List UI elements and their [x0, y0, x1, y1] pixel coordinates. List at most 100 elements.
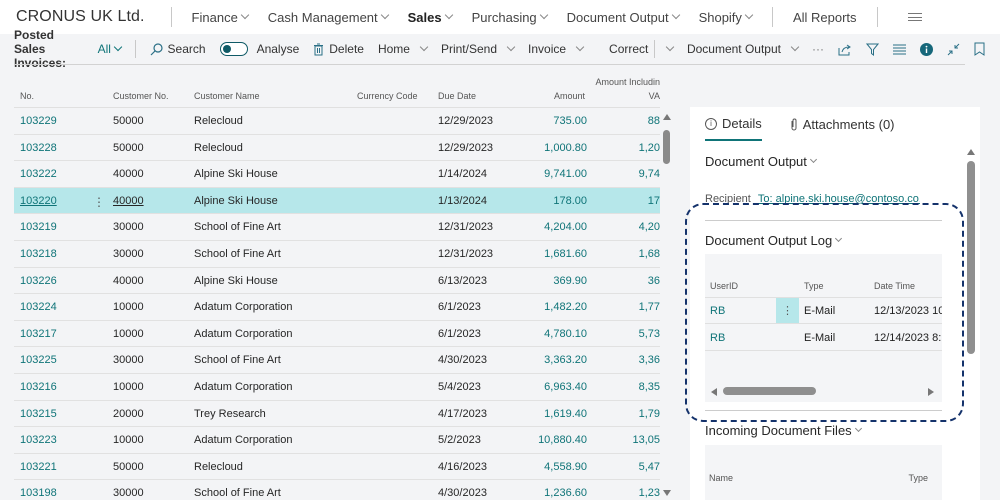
table-row[interactable]: 103216 10000 Adatum Corporation 5/4/2023 6,9… [14, 374, 660, 401]
tab-attachments[interactable]: Attachments (0) [790, 116, 895, 141]
col-header-name[interactable]: Name [709, 473, 733, 483]
amount[interactable]: 178.00 [553, 195, 587, 207]
amount[interactable]: 3,363.20 [544, 354, 587, 366]
correct-button[interactable]: Correct [609, 42, 648, 56]
invoice-number-link[interactable]: 103217 [20, 328, 57, 340]
scroll-up-arrow-icon[interactable] [663, 114, 671, 120]
amount-incl-vat[interactable]: 17 [648, 195, 660, 207]
amount[interactable]: 9,741.00 [544, 168, 587, 180]
hamburger-icon[interactable] [907, 13, 922, 21]
amount-incl-vat[interactable]: 1,77 [639, 301, 660, 313]
nav-finance[interactable]: Finance [192, 10, 250, 25]
table-row[interactable]: 103223 10000 Adatum Corporation 5/2/2023 10,… [14, 427, 660, 454]
amount-incl-vat[interactable]: 1,79 [639, 408, 660, 420]
col-header-customer-name[interactable]: Customer Name [194, 91, 260, 101]
amount-incl-vat[interactable]: 5,47 [639, 461, 660, 473]
col-header-due-date[interactable]: Due Date [438, 91, 476, 101]
invoice-number-link[interactable]: 103219 [20, 221, 57, 233]
nav-shopify[interactable]: Shopify [699, 10, 754, 25]
invoice-number-link[interactable]: 103229 [20, 115, 57, 127]
invoice-number-link[interactable]: 103216 [20, 381, 57, 393]
recipient-value[interactable]: To: alpine.ski.house@contoso.co... [758, 193, 920, 205]
amount[interactable]: 10,880.40 [538, 434, 587, 446]
col-header-type[interactable]: Type [804, 281, 824, 291]
amount-incl-vat[interactable]: 9,74 [639, 168, 660, 180]
scrollbar-thumb[interactable] [663, 130, 670, 164]
invoice-number-link[interactable]: 103224 [20, 301, 57, 313]
invoice-number-link[interactable]: 103218 [20, 248, 57, 260]
invoice-number-link[interactable]: 103222 [20, 168, 57, 180]
analyse-toggle[interactable]: Analyse [219, 42, 299, 56]
filter-button[interactable] [866, 43, 879, 56]
amount[interactable]: 4,780.10 [544, 328, 587, 340]
col-header-amount[interactable]: Amount [554, 91, 585, 101]
amount-incl-vat[interactable]: 88 [648, 115, 660, 127]
col-header-amount-incl-vat[interactable]: Amount Includin [595, 77, 660, 87]
factbox-toggle-button[interactable] [920, 42, 933, 56]
tab-details[interactable]: i Details [705, 116, 762, 141]
row-actions-button[interactable]: ⋮ [776, 298, 799, 323]
log-horizontal-scrollbar[interactable] [705, 385, 942, 397]
home-menu[interactable]: Home [378, 42, 429, 56]
customer-number[interactable]: 40000 [113, 195, 144, 207]
col-header-currency-code[interactable]: Currency Code [357, 91, 418, 101]
share-button[interactable] [838, 43, 852, 56]
amount-incl-vat[interactable]: 8,35 [639, 381, 660, 393]
log-row[interactable]: RB E-Mail 12/14/2023 8: [705, 325, 942, 351]
amount[interactable]: 735.00 [553, 115, 587, 127]
scroll-down-arrow-icon[interactable] [663, 490, 671, 496]
table-row[interactable]: 103228 50000 Relecloud 12/29/2023 1,000.80 1,… [14, 135, 660, 162]
col-header-no[interactable]: No. [20, 91, 34, 101]
view-filter-dropdown[interactable]: All [98, 42, 123, 56]
table-row[interactable]: 103219 30000 School of Fine Art 12/31/2023 4… [14, 214, 660, 241]
scrollbar-thumb[interactable] [723, 387, 816, 395]
nav-all-reports[interactable]: All Reports [793, 10, 857, 25]
bookmark-button[interactable] [974, 42, 985, 56]
table-row[interactable]: 103217 10000 Adatum Corporation 6/1/2023 4,7… [14, 321, 660, 348]
scroll-up-arrow-icon[interactable] [967, 149, 975, 155]
amount[interactable]: 1,236.60 [544, 487, 587, 499]
table-row[interactable]: 103226 40000 Alpine Ski House 6/13/2023 369.… [14, 268, 660, 295]
row-actions-button[interactable]: ⋮ [93, 195, 105, 209]
document-output-menu[interactable]: Document Output [687, 42, 800, 56]
amount[interactable]: 1,619.40 [544, 408, 587, 420]
amount[interactable]: 1,000.80 [544, 142, 587, 154]
amount[interactable]: 4,558.90 [544, 461, 587, 473]
invoice-number-link[interactable]: 103223 [20, 434, 57, 446]
incoming-files-section-header[interactable]: Incoming Document Files [705, 423, 862, 438]
scroll-left-arrow-icon[interactable] [711, 388, 717, 396]
search-button[interactable]: Search [150, 42, 206, 56]
log-row[interactable]: RB ⋮ E-Mail 12/13/2023 10 [705, 298, 942, 324]
document-output-section-header[interactable]: Document Output [705, 154, 817, 169]
amount-incl-vat[interactable]: 1,23 [639, 487, 660, 499]
table-row[interactable]: 103198 30000 School of Fine Art 4/30/2023 1,… [14, 480, 660, 500]
amount-incl-vat[interactable]: 36 [648, 275, 660, 287]
invoice-number-link[interactable]: 103221 [20, 461, 57, 473]
output-log-section-header[interactable]: Document Output Log [705, 233, 843, 248]
nav-cash-management[interactable]: Cash Management [268, 10, 389, 25]
table-row[interactable]: 103218 30000 School of Fine Art 12/31/2023 1… [14, 241, 660, 268]
col-header-datetime[interactable]: Date Time [874, 281, 915, 291]
company-name[interactable]: CRONUS UK Ltd. [16, 8, 145, 26]
amount[interactable]: 6,963.40 [544, 381, 587, 393]
table-row[interactable]: 103224 10000 Adatum Corporation 6/1/2023 1,4… [14, 294, 660, 321]
nav-sales[interactable]: Sales [408, 10, 453, 25]
col-header-userid[interactable]: UserID [710, 281, 738, 291]
nav-document-output[interactable]: Document Output [567, 10, 680, 25]
table-row[interactable]: 103215 20000 Trey Research 4/17/2023 1,619.4… [14, 401, 660, 428]
amount-incl-vat[interactable]: 5,73 [639, 328, 660, 340]
log-userid[interactable]: RB [710, 332, 725, 344]
scrollbar-thumb[interactable] [967, 161, 975, 354]
correct-dropdown[interactable] [661, 42, 675, 52]
amount-incl-vat[interactable]: 1,68 [639, 248, 660, 260]
scroll-right-arrow-icon[interactable] [928, 388, 934, 396]
nav-purchasing[interactable]: Purchasing [472, 10, 548, 25]
table-row[interactable]: 103222 40000 Alpine Ski House 1/14/2024 9,74… [14, 161, 660, 188]
amount-incl-vat[interactable]: 1,20 [639, 142, 660, 154]
more-options-button[interactable]: ··· [812, 42, 824, 56]
table-row[interactable]: 103220 40000 Alpine Ski House 1/13/2024 178.… [14, 187, 660, 215]
list-view-button[interactable] [893, 44, 906, 55]
delete-button[interactable]: Delete [313, 42, 364, 56]
invoice-number-link[interactable]: 103228 [20, 142, 57, 154]
invoice-number-link[interactable]: 103225 [20, 354, 57, 366]
